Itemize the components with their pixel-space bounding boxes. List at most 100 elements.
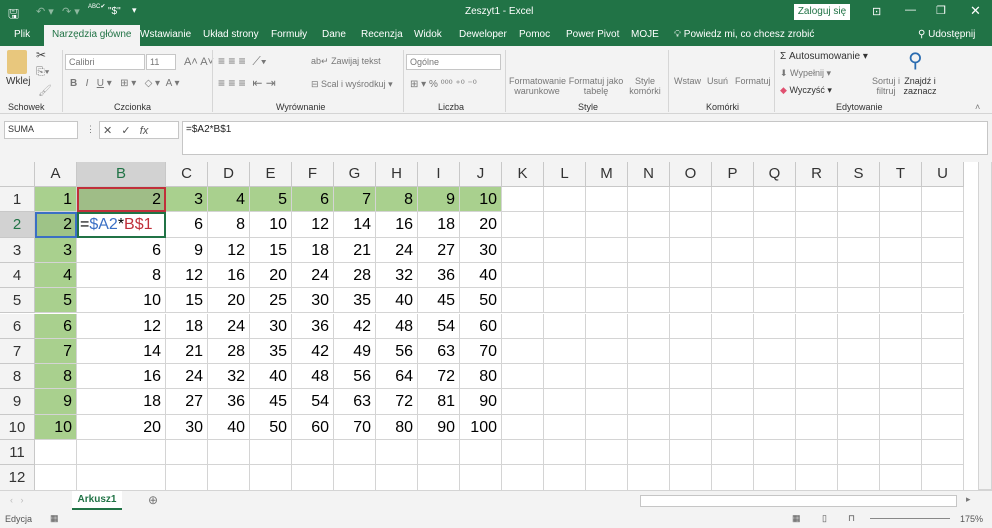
cell-Q7[interactable] (754, 338, 796, 365)
cell-P9[interactable] (712, 389, 754, 415)
cell-F12[interactable] (292, 465, 334, 491)
cell-T2[interactable] (880, 212, 922, 238)
cell-I4[interactable]: 36 (418, 262, 460, 289)
cell-L4[interactable] (544, 262, 586, 289)
cell-C8[interactable]: 24 (166, 364, 208, 390)
column-header-B[interactable]: B (77, 162, 166, 187)
tab-page-layout[interactable]: Układ strony (203, 29, 259, 40)
cell-B10[interactable]: 20 (77, 414, 166, 440)
cell-H12[interactable] (376, 465, 418, 491)
cell-U12[interactable] (922, 465, 964, 491)
drag-handle[interactable]: ⋮ (86, 124, 95, 135)
cell-N8[interactable] (628, 364, 670, 390)
row-header-11[interactable]: 11 (0, 440, 35, 466)
cell-S9[interactable] (838, 389, 880, 415)
find-select-button[interactable]: Znajdź i zaznacz (902, 76, 938, 96)
cell-T4[interactable] (880, 262, 922, 289)
cell-I2[interactable]: 18 (418, 212, 460, 238)
row-header-10[interactable]: 10 (0, 414, 35, 440)
cell-G4[interactable]: 28 (334, 262, 376, 289)
cell-Q2[interactable] (754, 212, 796, 238)
cell-K10[interactable] (502, 414, 544, 440)
cell-S3[interactable] (838, 237, 880, 263)
column-header-M[interactable]: M (586, 162, 628, 187)
cell-P1[interactable] (712, 187, 754, 213)
cell-D6[interactable]: 24 (208, 313, 250, 339)
page-break-view-icon[interactable]: ⊓ (848, 513, 855, 524)
cell-B4[interactable]: 8 (77, 262, 166, 289)
save-icon[interactable]: 🖫 (8, 5, 19, 27)
cell-P2[interactable] (712, 212, 754, 238)
cell-F8[interactable]: 48 (292, 364, 334, 390)
cell-M6[interactable] (586, 313, 628, 339)
cell-styles-button[interactable]: Style komórki (626, 76, 664, 96)
column-header-D[interactable]: D (208, 162, 250, 187)
cell-M1[interactable] (586, 187, 628, 213)
cell-K5[interactable] (502, 288, 544, 314)
cell-J5[interactable]: 50 (460, 288, 502, 314)
horizontal-align-icons[interactable]: ≡ ≡ ≡ ⇤ ⇥ (218, 76, 276, 90)
cell-U9[interactable] (922, 389, 964, 415)
autosum-button[interactable]: Σ Autosumowanie ▾ (780, 51, 868, 62)
cell-G6[interactable]: 42 (334, 313, 376, 339)
cell-T7[interactable] (880, 338, 922, 365)
column-header-L[interactable]: L (544, 162, 586, 187)
cell-S5[interactable] (838, 288, 880, 314)
zoom-level[interactable]: 175% (960, 514, 983, 524)
cell-S7[interactable] (838, 338, 880, 365)
cell-R8[interactable] (796, 364, 838, 390)
cell-I7[interactable]: 63 (418, 338, 460, 365)
cell-E10[interactable]: 50 (250, 414, 292, 440)
insert-cells-button[interactable]: Wstaw (674, 76, 701, 86)
close-icon[interactable]: ✕ (970, 3, 981, 19)
column-header-T[interactable]: T (880, 162, 922, 187)
cell-A10[interactable]: 10 (35, 414, 77, 440)
cell-O7[interactable] (670, 338, 712, 365)
cell-U6[interactable] (922, 313, 964, 339)
cell-P10[interactable] (712, 414, 754, 440)
vertical-scrollbar[interactable] (978, 162, 992, 490)
cell-C1[interactable]: 3 (166, 187, 208, 213)
cell-C4[interactable]: 12 (166, 262, 208, 289)
grow-font-icon[interactable]: A˄ A˅ (184, 56, 214, 68)
cell-O3[interactable] (670, 237, 712, 263)
cell-A1[interactable]: 1 (35, 187, 77, 213)
macro-record-icon[interactable]: ▦ (50, 513, 59, 524)
sort-filter-button[interactable]: Sortuj i filtruj (872, 76, 900, 96)
column-header-G[interactable]: G (334, 162, 376, 187)
cell-M2[interactable] (586, 212, 628, 238)
column-header-O[interactable]: O (670, 162, 712, 187)
cell-E12[interactable] (250, 465, 292, 491)
cell-E3[interactable]: 15 (250, 237, 292, 263)
cell-E4[interactable]: 20 (250, 262, 292, 289)
cell-T1[interactable] (880, 187, 922, 213)
cell-H6[interactable]: 48 (376, 313, 418, 339)
row-header-7[interactable]: 7 (0, 338, 35, 365)
cell-G1[interactable]: 7 (334, 187, 376, 213)
row-header-4[interactable]: 4 (0, 262, 35, 289)
cell-I9[interactable]: 81 (418, 389, 460, 415)
cell-R11[interactable] (796, 440, 838, 466)
row-header-3[interactable]: 3 (0, 237, 35, 263)
cell-J4[interactable]: 40 (460, 262, 502, 289)
clear-button[interactable]: ◆ Wyczyść ▾ (780, 85, 832, 96)
tab-review[interactable]: Recenzja (361, 29, 403, 40)
cell-K9[interactable] (502, 389, 544, 415)
cell-Q9[interactable] (754, 389, 796, 415)
cell-D11[interactable] (208, 440, 250, 466)
cell-Q11[interactable] (754, 440, 796, 466)
spellcheck-icon[interactable]: ABC✔ (88, 3, 105, 10)
cell-D2[interactable]: 8 (208, 212, 250, 238)
cell-K8[interactable] (502, 364, 544, 390)
cell-E9[interactable]: 45 (250, 389, 292, 415)
cell-J12[interactable] (460, 465, 502, 491)
cell-I12[interactable] (418, 465, 460, 491)
cell-J6[interactable]: 60 (460, 313, 502, 339)
merge-center-button[interactable]: ⊟ Scal i wyśrodkuj ▾ (311, 79, 393, 90)
cell-P6[interactable] (712, 313, 754, 339)
cell-S8[interactable] (838, 364, 880, 390)
cell-E8[interactable]: 40 (250, 364, 292, 390)
cell-A7[interactable]: 7 (35, 338, 77, 365)
cell-R3[interactable] (796, 237, 838, 263)
cell-F7[interactable]: 42 (292, 338, 334, 365)
